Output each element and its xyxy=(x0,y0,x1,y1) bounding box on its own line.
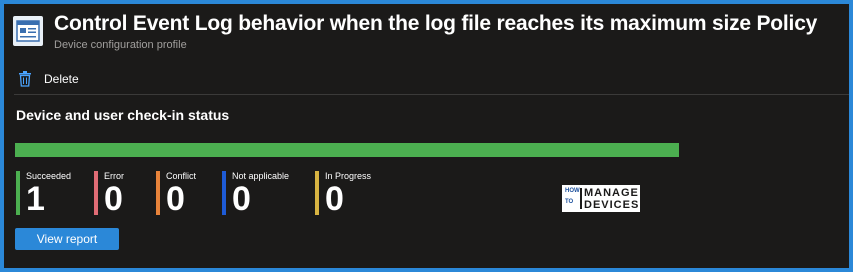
stat-value: 0 xyxy=(166,180,185,218)
watermark-logo: HOW TO MANAGE DEVICES xyxy=(562,185,640,212)
logo-text-how: HOW xyxy=(565,188,580,194)
stat-conflict[interactable]: Conflict 0 xyxy=(156,171,196,218)
stat-value: 0 xyxy=(104,180,123,218)
page-subtitle: Device configuration profile xyxy=(54,39,187,51)
stat-error[interactable]: Error 0 xyxy=(94,171,124,218)
trash-icon xyxy=(19,71,31,87)
logo-text-to: TO xyxy=(565,199,574,205)
stat-value: 0 xyxy=(325,180,344,218)
policy-blade: Control Event Log behavior when the log … xyxy=(4,4,849,268)
toolbar-divider xyxy=(14,94,849,95)
page-title: Control Event Log behavior when the log … xyxy=(54,12,818,35)
stat-value: 0 xyxy=(232,180,251,218)
stat-not-applicable[interactable]: Not applicable 0 xyxy=(222,171,289,218)
policy-document-icon xyxy=(13,16,43,46)
logo-divider xyxy=(580,188,582,209)
check-in-progress-bar xyxy=(15,143,679,157)
logo-text-devices: DEVICES xyxy=(584,199,640,211)
stat-in-progress[interactable]: In Progress 0 xyxy=(315,171,371,218)
logo-text-manage: MANAGE xyxy=(584,187,639,199)
command-bar: Delete xyxy=(4,64,849,94)
section-title: Device and user check-in status xyxy=(16,107,230,123)
delete-button-label: Delete xyxy=(44,72,79,86)
view-report-button[interactable]: View report xyxy=(15,228,119,250)
stat-value: 1 xyxy=(26,180,45,218)
delete-button[interactable]: Delete xyxy=(18,68,79,90)
stat-succeeded[interactable]: Succeeded 1 xyxy=(16,171,71,218)
progress-fill-succeeded xyxy=(15,143,679,157)
blade-header: Control Event Log behavior when the log … xyxy=(4,4,849,62)
